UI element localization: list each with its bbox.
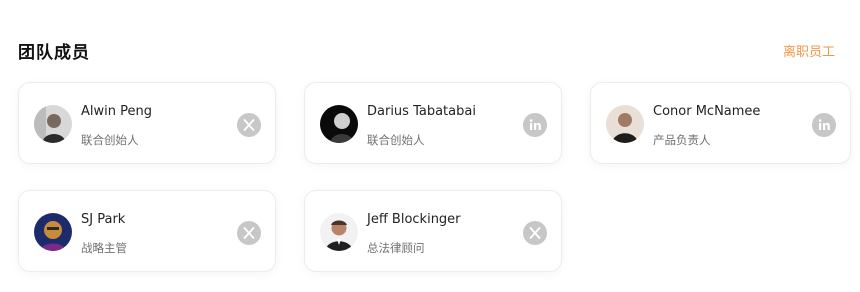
avatar — [34, 105, 72, 143]
avatar — [606, 105, 644, 143]
former-employees-link[interactable]: 离职员工 — [783, 41, 835, 60]
member-name: Conor McNamee — [653, 104, 761, 119]
linkedin-icon[interactable] — [812, 113, 836, 137]
member-name: SJ Park — [81, 212, 126, 227]
team-section: 团队成员 离职员工 Alwin Peng 联合创始人 Darius Tabata… — [0, 0, 860, 292]
member-name: Alwin Peng — [81, 104, 152, 119]
avatar — [320, 213, 358, 251]
member-role: 产品负责人 — [653, 133, 711, 147]
member-role: 战略主管 — [81, 241, 127, 255]
member-card[interactable]: Darius Tabatabai 联合创始人 — [304, 82, 562, 164]
member-name: Jeff Blockinger — [367, 212, 461, 227]
member-role: 联合创始人 — [367, 133, 425, 147]
linkedin-icon[interactable] — [523, 113, 547, 137]
avatar — [320, 105, 358, 143]
x-twitter-icon[interactable] — [523, 221, 547, 245]
section-title: 团队成员 — [18, 43, 90, 63]
member-name: Darius Tabatabai — [367, 104, 476, 119]
x-twitter-icon[interactable] — [237, 113, 261, 137]
x-twitter-icon[interactable] — [237, 221, 261, 245]
member-card[interactable]: SJ Park 战略主管 — [18, 190, 276, 272]
member-card[interactable]: Alwin Peng 联合创始人 — [18, 82, 276, 164]
member-role: 总法律顾问 — [367, 241, 425, 255]
avatar — [34, 213, 72, 251]
member-card[interactable]: Jeff Blockinger 总法律顾问 — [304, 190, 562, 272]
member-role: 联合创始人 — [81, 133, 139, 147]
member-card[interactable]: Conor McNamee 产品负责人 — [590, 82, 851, 164]
